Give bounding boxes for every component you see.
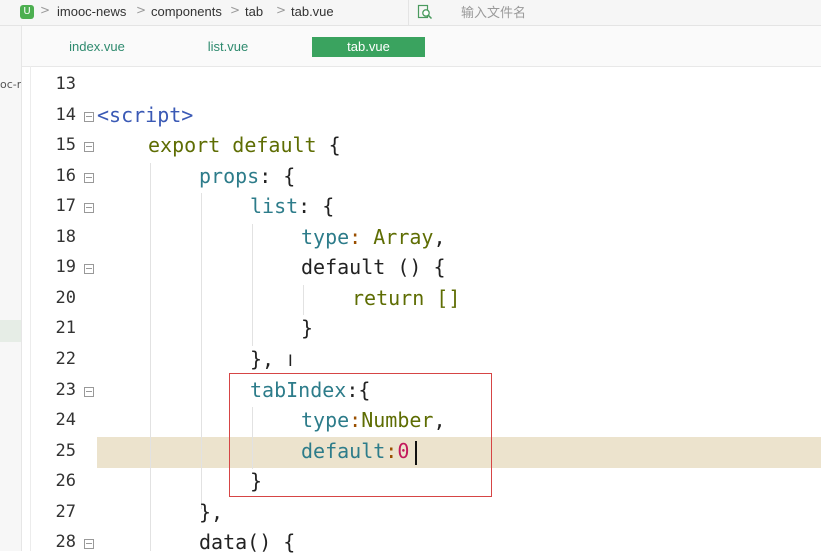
line-number: 25 (55, 441, 76, 461)
code-text: <script> (97, 103, 194, 127)
code-text: export default { (148, 133, 341, 157)
code-property: props (199, 164, 260, 188)
fold-icon[interactable] (84, 203, 94, 213)
breadcrumb: U > imooc-news > components > tab > tab.… (0, 0, 821, 26)
code-line[interactable]: 17 list: { (22, 191, 821, 222)
fold-icon[interactable] (84, 264, 94, 274)
breadcrumb-item-project[interactable]: imooc-news (57, 4, 126, 19)
code-keyword: export default (148, 133, 317, 157)
line-number: 15 (55, 135, 76, 155)
line-number: 26 (55, 471, 76, 491)
code-line[interactable]: 13 (22, 69, 821, 100)
line-number: 21 (55, 318, 76, 338)
line-number: 18 (55, 227, 76, 247)
code-line[interactable]: 27 }, (22, 497, 821, 528)
code-line[interactable]: 28 data() { (22, 527, 821, 558)
file-search-input[interactable] (459, 3, 803, 23)
tab-list-vue[interactable]: list.vue (192, 37, 264, 57)
code-punct: : { (259, 164, 296, 188)
tab-tab-vue[interactable]: tab.vue (312, 37, 425, 57)
line-number: 16 (55, 166, 76, 186)
fold-icon[interactable] (84, 387, 94, 397)
code-punct: : { (298, 194, 335, 218)
fold-icon[interactable] (84, 112, 94, 122)
tab-index-vue[interactable]: index.vue (56, 37, 138, 57)
code-text: type: Array, (301, 225, 446, 249)
line-number: 20 (55, 288, 76, 308)
chevron-right-icon: > (40, 3, 51, 17)
code-punct: { (316, 133, 341, 157)
code-text: list: { (250, 194, 334, 218)
code-line[interactable]: 18 type: Array, (22, 222, 821, 253)
code-type: Array (361, 225, 434, 249)
line-number: 28 (55, 532, 76, 552)
line-number: 19 (55, 257, 76, 277)
fold-icon[interactable] (84, 173, 94, 183)
mouse-ibeam-icon: I (288, 351, 293, 370)
code-property: type (301, 225, 350, 249)
line-number: 14 (55, 105, 76, 125)
highlight-box (229, 373, 492, 497)
line-number: 24 (55, 410, 76, 430)
code-text: data() { (199, 530, 296, 554)
line-number: 27 (55, 502, 76, 522)
code-line[interactable]: 14 <script> (22, 100, 821, 131)
code-punct: : (349, 225, 362, 249)
fold-icon[interactable] (84, 539, 94, 549)
code-text: default () { (301, 255, 446, 279)
project-tree-item[interactable]: oc-r (0, 78, 21, 91)
code-text: } (301, 316, 314, 340)
editor-tabs: index.vue list.vue tab.vue (22, 26, 821, 67)
code-text: props: { (199, 164, 295, 188)
line-number: 22 (55, 349, 76, 369)
code-line[interactable]: 21 } (22, 313, 821, 344)
breadcrumb-item-subfolder[interactable]: tab (245, 4, 263, 19)
file-search-icon[interactable] (417, 4, 433, 20)
code-text: return [] (352, 286, 461, 310)
code-line[interactable]: 15 export default { (22, 130, 821, 161)
chevron-right-icon: > (136, 3, 147, 17)
breadcrumb-item-file[interactable]: tab.vue (291, 4, 334, 19)
code-line[interactable]: 16 props: { (22, 161, 821, 192)
code-text: }, (250, 347, 275, 371)
chevron-right-icon: > (276, 3, 287, 17)
code-line[interactable]: 22 }, (22, 344, 821, 375)
fold-icon[interactable] (84, 142, 94, 152)
chevron-right-icon: > (230, 3, 241, 17)
code-punct: , (433, 225, 446, 249)
code-line[interactable]: 20 return [] (22, 283, 821, 314)
code-text: }, (199, 500, 224, 524)
code-line[interactable]: 19 default () { (22, 252, 821, 283)
project-tree-selected-row[interactable] (0, 320, 21, 342)
vue-file-icon[interactable]: U (20, 5, 34, 19)
file-search-box[interactable] (408, 0, 821, 25)
line-number: 23 (55, 380, 76, 400)
breadcrumb-item-folder[interactable]: components (151, 4, 222, 19)
line-number: 17 (55, 196, 76, 216)
code-property: list (250, 194, 299, 218)
project-tree-pane[interactable]: oc-r (0, 26, 22, 551)
line-number: 13 (55, 74, 76, 94)
